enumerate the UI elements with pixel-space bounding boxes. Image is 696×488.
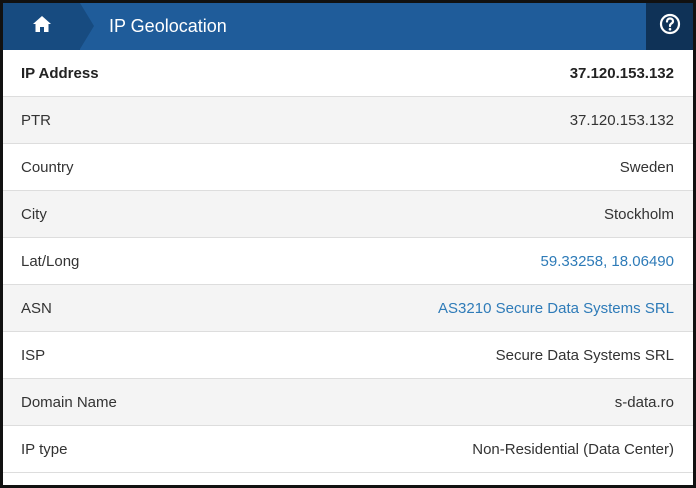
row-label: Country <box>21 158 74 176</box>
row-label: ASN <box>21 299 52 317</box>
row-value: 37.120.153.132 <box>569 111 674 129</box>
row-ip-address: IP Address 37.120.153.132 <box>3 50 693 97</box>
geolocation-table: IP Address 37.120.153.132 PTR 37.120.153… <box>3 50 693 473</box>
row-label: Lat/Long <box>21 252 80 270</box>
row-isp: ISP Secure Data Systems SRL <box>3 332 693 379</box>
row-domain-name: Domain Name s-data.ro <box>3 379 693 426</box>
row-label: PTR <box>21 111 51 129</box>
row-label: IP Address <box>21 64 99 82</box>
row-value: Secure Data Systems SRL <box>495 346 674 364</box>
home-button[interactable] <box>3 3 94 50</box>
row-value: Non-Residential (Data Center) <box>472 440 674 458</box>
question-circle-icon <box>659 13 681 40</box>
row-value: 37.120.153.132 <box>569 64 674 82</box>
ip-geolocation-panel: IP Geolocation IP Address 37.120.153.132… <box>0 0 696 488</box>
asn-link[interactable]: AS3210 Secure Data Systems SRL <box>438 300 674 317</box>
row-country: Country Sweden <box>3 144 693 191</box>
row-ip-type: IP type Non-Residential (Data Center) <box>3 426 693 473</box>
row-ptr: PTR 37.120.153.132 <box>3 97 693 144</box>
home-icon <box>32 15 52 38</box>
page-title: IP Geolocation <box>109 16 227 36</box>
row-label: City <box>21 205 47 223</box>
panel-header: IP Geolocation <box>3 3 693 50</box>
row-city: City Stockholm <box>3 191 693 238</box>
row-label: IP type <box>21 440 68 458</box>
row-value: s-data.ro <box>614 393 674 411</box>
row-value: Sweden <box>619 158 674 176</box>
lat-long-link[interactable]: 59.33258, 18.06490 <box>541 253 674 270</box>
row-lat-long: Lat/Long 59.33258, 18.06490 <box>3 238 693 285</box>
row-asn: ASN AS3210 Secure Data Systems SRL <box>3 285 693 332</box>
row-value: Stockholm <box>603 205 674 223</box>
row-label: ISP <box>21 346 46 364</box>
row-label: Domain Name <box>21 393 117 411</box>
help-button[interactable] <box>646 3 693 50</box>
